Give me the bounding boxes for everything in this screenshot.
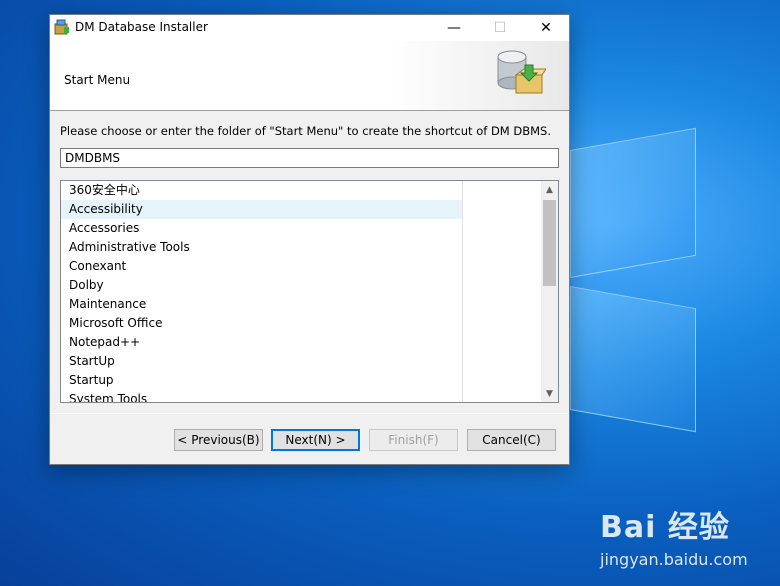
list-item[interactable]: Accessories	[61, 219, 462, 238]
windows-logo-pane-top	[570, 127, 696, 278]
scroll-up-arrow-icon[interactable]: ▲	[541, 181, 558, 198]
list-item[interactable]: Microsoft Office	[61, 314, 462, 333]
window-title: DM Database Installer	[75, 20, 208, 34]
list-item[interactable]: StartUp	[61, 352, 462, 371]
database-install-icon	[497, 50, 546, 94]
installer-dialog: DM Database Installer — ☐ ✕ Start Menu P…	[49, 14, 570, 465]
watermark-url: jingyan.baidu.com	[600, 550, 748, 569]
baidu-watermark: Bai 经验 jingyan.baidu.com	[600, 502, 770, 574]
list-item[interactable]: Accessibility	[61, 200, 462, 219]
close-button[interactable]: ✕	[523, 15, 569, 41]
list-scrollbar[interactable]: ▲ ▼	[541, 181, 558, 402]
list-item[interactable]: Conexant	[61, 257, 462, 276]
maximize-button[interactable]: ☐	[477, 15, 523, 41]
list-item[interactable]: Administrative Tools	[61, 238, 462, 257]
list-item[interactable]: Dolby	[61, 276, 462, 295]
instruction-text: Please choose or enter the folder of "St…	[60, 124, 552, 138]
windows-logo	[560, 127, 780, 433]
previous-button[interactable]: < Previous(B)	[174, 429, 263, 451]
next-button[interactable]: Next(N) >	[271, 429, 360, 451]
folder-list-items: 360安全中心 Accessibility Accessories Administr…	[61, 181, 463, 402]
cancel-button[interactable]: Cancel(C)	[467, 429, 556, 451]
close-icon: ✕	[540, 20, 552, 36]
wizard-header: Start Menu	[50, 41, 569, 111]
footer-divider	[50, 413, 569, 414]
minimize-button[interactable]: —	[431, 15, 477, 41]
finish-button: Finish(F)	[369, 429, 458, 451]
maximize-icon: ☐	[493, 20, 507, 36]
scrollbar-thumb[interactable]	[543, 200, 556, 286]
list-item[interactable]: System Tools	[61, 390, 462, 402]
watermark-brand: Bai 经验	[600, 510, 730, 545]
list-item[interactable]: 360安全中心	[61, 181, 462, 200]
page-title: Start Menu	[64, 73, 131, 87]
start-menu-folder-list[interactable]: 360安全中心 Accessibility Accessories Administr…	[60, 180, 559, 403]
title-bar[interactable]: DM Database Installer — ☐ ✕	[50, 15, 569, 41]
list-item[interactable]: Startup	[61, 371, 462, 390]
scroll-down-arrow-icon[interactable]: ▼	[541, 385, 558, 402]
installer-app-icon	[54, 19, 70, 35]
start-menu-folder-input[interactable]	[60, 148, 559, 168]
windows-logo-pane-bottom	[570, 286, 696, 433]
list-item[interactable]: Notepad++	[61, 333, 462, 352]
minimize-icon: —	[447, 20, 461, 36]
list-item[interactable]: Maintenance	[61, 295, 462, 314]
